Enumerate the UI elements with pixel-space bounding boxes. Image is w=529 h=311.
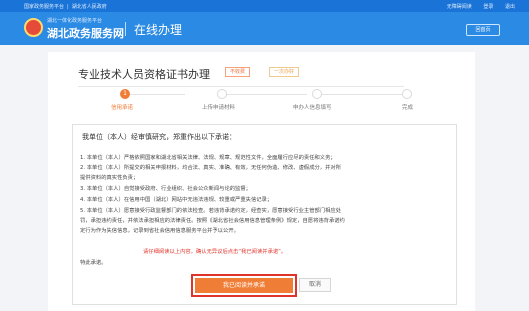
section-title: 在线办理 bbox=[134, 23, 183, 37]
commitment-closing: 特此承诺。 bbox=[80, 260, 107, 266]
top-utility-bar: 国家政务服务平台 | 湖北省人民政府 无障碍阅读 登录 退出 bbox=[0, 0, 529, 12]
commitment-clause: 3. 本单位（本人）自觉接受政府、行业组织、社会公众新闻与论的监督； bbox=[80, 186, 251, 192]
commitment-clause: 2. 本单位（本人）所提交的相关申报材料，均合法、真实、准确、有效，无任何伪造、… bbox=[80, 165, 341, 171]
accept-commitment-highlight: 我已阅读并承诺 bbox=[191, 274, 297, 297]
emblem-logo-icon bbox=[24, 18, 43, 37]
step-4-label: 完成 bbox=[402, 105, 414, 111]
header-divider bbox=[125, 22, 126, 36]
link-hubei-government[interactable]: 湖北省人民政府 bbox=[72, 4, 107, 10]
top-right-links: 无障碍阅读 登录 退出 bbox=[437, 3, 515, 10]
site-brand[interactable]: 湖北一体化政务服务平台 湖北政务服务网 bbox=[47, 17, 124, 41]
step-2-label: 上传申请材料 bbox=[202, 105, 236, 111]
accept-commitment-button[interactable]: 我已阅读并承诺 bbox=[195, 278, 293, 293]
brand-name: 湖北政务服务网 bbox=[47, 27, 124, 40]
cancel-button[interactable]: 取消 bbox=[299, 278, 331, 292]
top-left-links: 国家政务服务平台 | 湖北省人民政府 bbox=[24, 3, 107, 10]
commitment-clause: 罚，承担违约责任，并依法承担相应的法律责任。按照《湖北省社会信用信息管理条例》规… bbox=[80, 218, 345, 224]
step-connector bbox=[125, 94, 185, 95]
brand-subtitle: 湖北一体化政务服务平台 bbox=[47, 18, 103, 24]
commitment-clause: 1. 本单位（本人）严格依照国家和湖北省相关法律、法规、规章、规范性文件，全面履… bbox=[80, 155, 336, 161]
step-3-indicator bbox=[312, 89, 322, 99]
commitment-clause: 5. 本单位（本人）愿意接受行政监督部门的依法检查。若违背承诺约定，经查实，愿意… bbox=[80, 208, 341, 214]
link-login[interactable]: 登录 bbox=[483, 4, 493, 10]
step-3-label: 申办人信息填写 bbox=[293, 105, 332, 111]
step-connector bbox=[222, 94, 307, 95]
step-4-indicator bbox=[402, 89, 412, 99]
link-national-platform[interactable]: 国家政务服务平台 bbox=[24, 4, 64, 10]
commitment-clause: 定行为作为失信信息，记录到省社会信用信息服务平台并予以公开。 bbox=[80, 228, 239, 234]
step-connector bbox=[317, 94, 402, 95]
title-divider bbox=[78, 86, 404, 87]
link-accessibility[interactable]: 无障碍阅读 bbox=[447, 4, 472, 10]
read-warning: 请仔细阅读以上内容，确认无异议后点击“我已阅读并承诺”。 bbox=[143, 249, 287, 255]
commitment-clause: 提供资料的真实性负责； bbox=[80, 175, 139, 181]
step-1-indicator: 1 bbox=[120, 89, 130, 99]
page-title: 专业技术人员资格证书办理 bbox=[78, 68, 210, 81]
tag-no-fee: 不收费 bbox=[225, 67, 251, 77]
step-2-indicator bbox=[217, 89, 227, 99]
link-logout[interactable]: 退出 bbox=[505, 4, 515, 10]
tag-one-visit: 一次办好 bbox=[269, 67, 300, 77]
commitment-lead: 我单位（本人）经审慎研究，郑重作出以下承诺： bbox=[82, 133, 236, 141]
home-button[interactable]: 回首页 bbox=[466, 24, 500, 36]
commitment-clause: 4. 本单位（本人）在信用中国（湖北）网站中无违法违规、较重或严重失信记录； bbox=[80, 197, 273, 203]
separator: | bbox=[67, 4, 69, 10]
step-1-label: 信用承诺 bbox=[111, 105, 134, 111]
